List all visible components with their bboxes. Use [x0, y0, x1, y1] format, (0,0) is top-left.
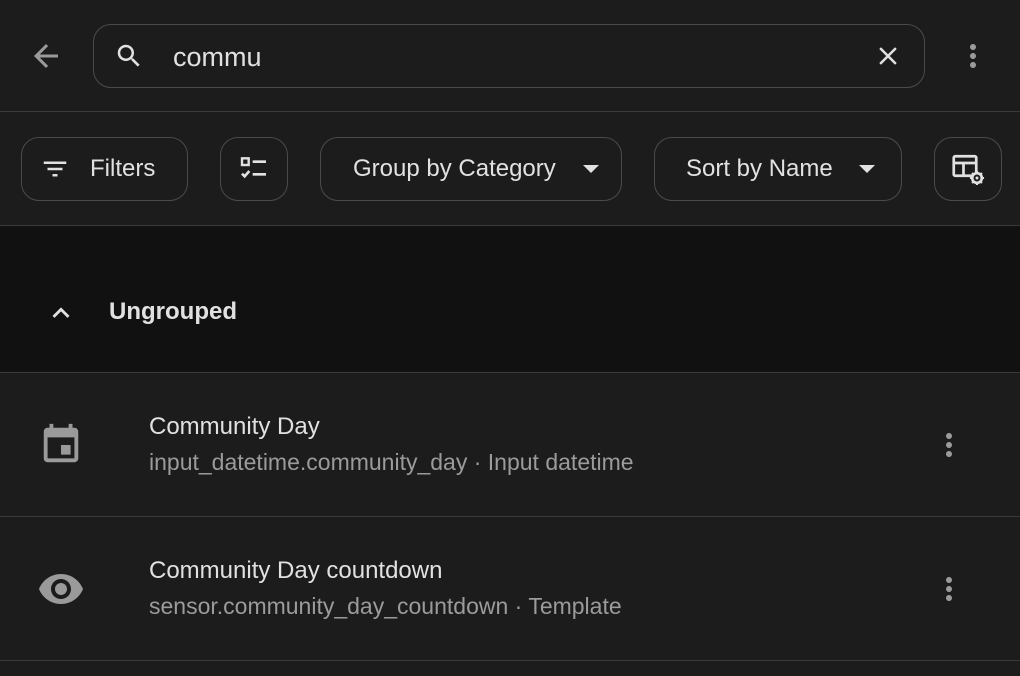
back-button[interactable] — [22, 32, 70, 80]
dropdown-arrow-icon — [582, 165, 599, 173]
entity-secondary: sensor.community_day_countdown · Templat… — [149, 593, 622, 620]
top-app-bar — [0, 0, 1020, 112]
row-menu-button[interactable] — [926, 421, 972, 469]
entity-id: sensor.community_day_countdown — [149, 593, 509, 619]
group-by-dropdown[interactable]: Group by Category — [320, 137, 622, 201]
list-item[interactable]: Community Day countdown sensor.community… — [0, 517, 1020, 661]
search-field[interactable] — [93, 24, 925, 88]
more-vertical-icon — [946, 577, 952, 601]
group-label: Ungrouped — [109, 298, 237, 325]
overflow-menu-button[interactable] — [950, 32, 996, 80]
calendar-icon — [36, 420, 86, 470]
dropdown-arrow-icon — [858, 165, 875, 173]
separator: · — [473, 449, 482, 475]
checklist-icon — [240, 157, 266, 179]
chevron-up-icon — [52, 307, 70, 318]
row-menu-button[interactable] — [926, 565, 972, 613]
close-icon — [879, 47, 897, 65]
entity-integration: Template — [528, 593, 622, 619]
filter-icon — [43, 161, 67, 177]
search-icon — [117, 44, 140, 67]
group-by-label: Group by Category — [353, 155, 556, 182]
eye-icon — [36, 564, 86, 614]
sort-by-dropdown[interactable]: Sort by Name — [654, 137, 902, 201]
search-input[interactable] — [173, 37, 853, 77]
entity-id: input_datetime.community_day — [149, 449, 468, 475]
entity-integration: Input datetime — [487, 449, 634, 475]
entity-secondary: input_datetime.community_day · Input dat… — [149, 449, 634, 476]
entity-name: Community Day countdown — [149, 557, 443, 584]
more-vertical-icon — [946, 433, 952, 457]
filters-button[interactable]: Filters — [21, 137, 188, 201]
table-toolbar: Filters Group by Category Sort by Name — [0, 112, 1020, 226]
table-cog-icon — [952, 154, 985, 186]
clear-search-button[interactable] — [872, 40, 904, 72]
filters-label: Filters — [90, 155, 156, 182]
list-item[interactable]: Community Day input_datetime.community_d… — [0, 373, 1020, 517]
more-vertical-icon — [970, 44, 976, 68]
sort-by-label: Sort by Name — [686, 155, 833, 182]
separator: · — [514, 593, 523, 619]
collapse-group-button[interactable] — [44, 296, 78, 330]
arrow-left-icon — [34, 44, 58, 68]
group-header[interactable]: Ungrouped — [0, 226, 1020, 373]
entity-name: Community Day — [149, 413, 320, 440]
selection-mode-button[interactable] — [220, 137, 288, 201]
table-settings-button[interactable] — [934, 137, 1002, 201]
